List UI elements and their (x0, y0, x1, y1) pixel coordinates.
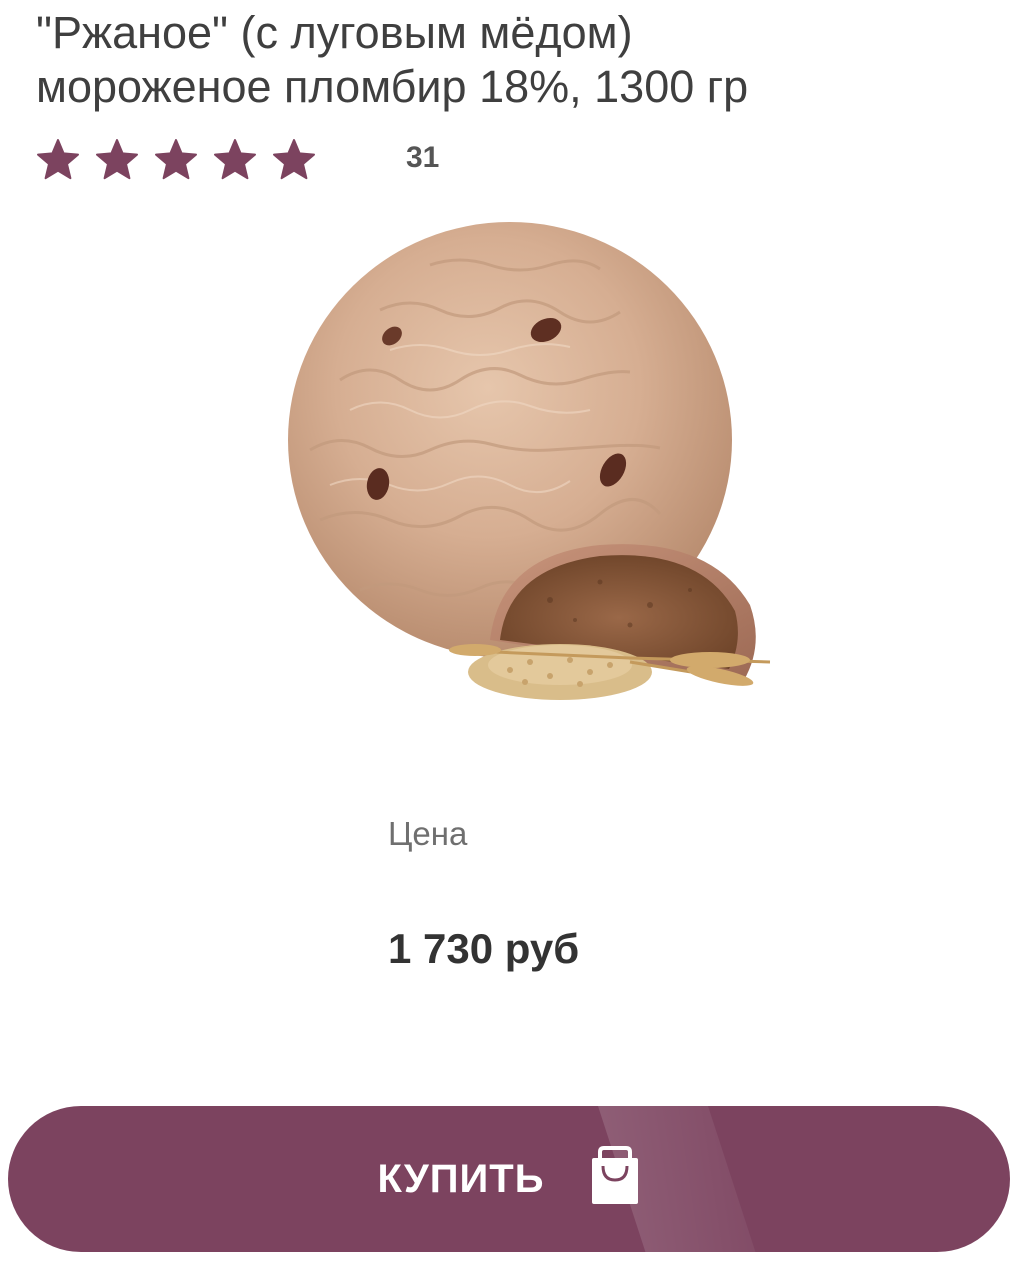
star-icon (154, 138, 198, 182)
star-icon (36, 138, 80, 182)
buy-button-label: КУПИТЬ (377, 1157, 545, 1201)
rating-stars[interactable] (36, 138, 331, 182)
star-icon (213, 138, 257, 182)
rating-count[interactable]: 31 (406, 140, 439, 176)
star-icon (272, 138, 316, 182)
product-title-line2: мороженое пломбир 18%, 1300 гр (36, 61, 749, 112)
price-value: 1 730 руб (388, 925, 580, 972)
product-title: "Ржаное" (с луговым мёдом) мороженое пло… (36, 6, 996, 114)
star-icon (95, 138, 139, 182)
product-title-line1: "Ржаное" (с луговым мёдом) (36, 7, 633, 58)
buy-button[interactable]: КУПИТЬ (8, 1106, 1010, 1252)
price-label: Цена (388, 815, 468, 852)
product-image (270, 210, 790, 730)
shopping-bag-icon (590, 1146, 640, 1206)
